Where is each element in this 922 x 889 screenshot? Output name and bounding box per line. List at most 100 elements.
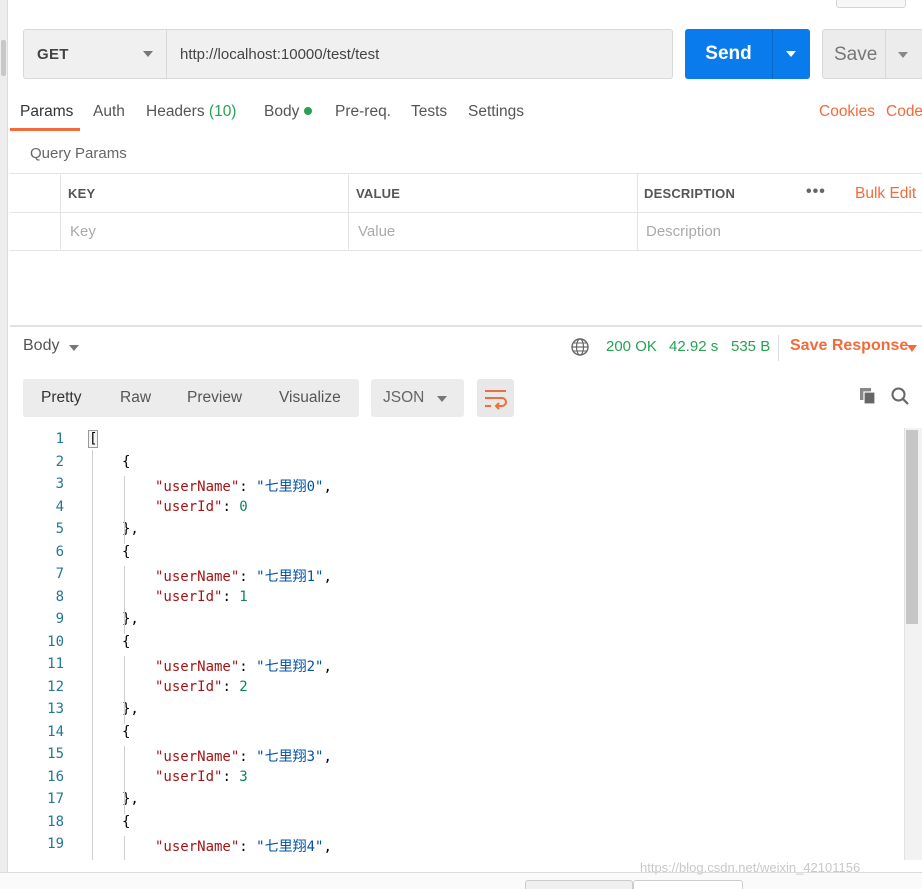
query-params-title: Query Params — [30, 145, 127, 162]
line-number: 12 — [47, 678, 64, 695]
indent-guide — [124, 476, 125, 544]
line-number: 17 — [47, 791, 64, 807]
separator — [778, 335, 779, 361]
indent-guide — [124, 566, 125, 634]
bulk-edit-link[interactable]: Bulk Edit — [855, 185, 916, 203]
save-response-chevron-icon[interactable] — [907, 345, 917, 352]
response-scrollbar[interactable] — [904, 428, 922, 860]
json-key: "userName" — [155, 479, 240, 495]
body-indicator-dot — [304, 107, 313, 115]
save-options-chevron-icon[interactable] — [898, 52, 908, 58]
response-size[interactable]: 535 B — [731, 338, 770, 355]
line-number: 3 — [55, 476, 64, 492]
code-line: "userId": 1 — [155, 588, 248, 605]
code-line: { — [122, 813, 131, 830]
response-scroll-thumb[interactable] — [906, 430, 918, 624]
send-button[interactable]: Send — [685, 29, 810, 79]
indent-guide — [92, 450, 93, 860]
code-line: "userName": "七里翔3", — [155, 749, 332, 765]
tab-prereq[interactable]: Pre-req. — [335, 103, 391, 121]
request-url-bar: GET Send Save — [23, 29, 922, 79]
response-time[interactable]: 42.92 s — [669, 338, 718, 355]
description-input[interactable]: Description — [646, 223, 721, 240]
json-value: "七里翔2" — [256, 659, 324, 675]
left-scroll-thumb[interactable] — [1, 40, 6, 76]
line-number: 19 — [47, 836, 64, 852]
code-link[interactable]: Code — [886, 103, 922, 121]
json-key: "userName" — [155, 569, 240, 585]
json-value: 1 — [239, 588, 248, 605]
format-tab-raw[interactable]: Raw — [120, 389, 151, 407]
line-number: 18 — [47, 813, 64, 830]
code-line: "userId": 2 — [155, 678, 248, 695]
code-line: "userName": "七里翔1", — [155, 569, 332, 585]
value-input[interactable]: Value — [358, 223, 395, 240]
indent-guide — [124, 836, 125, 860]
method-select[interactable]: GET — [23, 29, 167, 79]
request-tabs: Params Auth Headers (10) Body Pre-req. T… — [10, 99, 922, 131]
watermark: https://blog.csdn.net/weixin_42101156 — [640, 860, 861, 875]
globe-icon[interactable] — [570, 337, 590, 357]
json-value: 0 — [239, 498, 248, 515]
query-params-table: KEY VALUE DESCRIPTION ••• Bulk Edit Key … — [10, 173, 922, 251]
column-header-value: VALUE — [356, 186, 401, 201]
copy-icon[interactable] — [858, 386, 878, 406]
wrap-lines-button[interactable] — [477, 379, 514, 417]
key-input[interactable]: Key — [70, 223, 96, 240]
url-input[interactable] — [166, 29, 673, 79]
tab-auth[interactable]: Auth — [93, 103, 125, 121]
tab-settings[interactable]: Settings — [468, 103, 524, 121]
tab-headers[interactable]: Headers (10) — [146, 103, 236, 121]
language-select[interactable]: JSON — [371, 379, 464, 417]
save-button[interactable]: Save — [822, 29, 922, 79]
search-icon[interactable] — [890, 386, 910, 406]
json-key: "userName" — [155, 659, 240, 675]
code-line: { — [122, 543, 131, 560]
left-pane-edge — [0, 0, 8, 889]
status-bar-tab[interactable] — [525, 880, 633, 889]
send-options-chevron-icon[interactable] — [786, 51, 796, 57]
top-tab-fragment — [836, 0, 906, 8]
chevron-down-icon[interactable] — [69, 345, 79, 351]
json-key: "userId" — [155, 588, 223, 605]
cookies-link[interactable]: Cookies — [819, 103, 875, 121]
line-number: 5 — [55, 521, 64, 537]
tab-params[interactable]: Params — [20, 103, 73, 121]
json-key: "userId" — [155, 678, 223, 695]
chevron-down-icon — [437, 396, 447, 402]
line-number: 11 — [47, 656, 64, 672]
code-line: "userName": "七里翔4", — [155, 839, 332, 855]
line-number: 8 — [55, 588, 64, 605]
tab-body[interactable]: Body — [264, 103, 313, 121]
code-line: { — [122, 453, 131, 470]
json-value: "七里翔4" — [256, 839, 324, 855]
json-key: "userName" — [155, 749, 240, 765]
pane-resize-handle[interactable] — [10, 325, 922, 327]
save-divider — [885, 30, 886, 78]
status-bar-tab[interactable] — [633, 880, 743, 889]
indent-guide — [124, 656, 125, 724]
line-number: 16 — [47, 768, 64, 785]
column-divider — [348, 174, 349, 250]
column-divider — [637, 174, 638, 250]
format-tab-visualize[interactable]: Visualize — [279, 389, 341, 407]
format-tab-pretty[interactable]: Pretty — [41, 389, 81, 407]
more-options-icon[interactable]: ••• — [806, 183, 826, 201]
tab-headers-label: Headers — [146, 103, 205, 120]
save-label: Save — [834, 44, 878, 65]
method-label: GET — [37, 46, 69, 63]
line-number: 13 — [47, 701, 64, 717]
response-body-label[interactable]: Body — [23, 337, 59, 355]
code-line: { — [122, 633, 131, 650]
table-header-divider — [10, 212, 922, 213]
column-header-key: KEY — [68, 186, 96, 201]
status-code[interactable]: 200 OK — [606, 338, 657, 355]
line-number: 9 — [55, 611, 64, 627]
json-value: 2 — [239, 678, 248, 695]
line-number: 15 — [47, 746, 64, 762]
format-tab-preview[interactable]: Preview — [187, 389, 242, 407]
line-number: 4 — [55, 498, 64, 515]
response-body-viewer[interactable]: 1[2{3 "userName": "七里翔0", 4 "userId": 0 5}, 6… — [10, 428, 904, 860]
save-response-button[interactable]: Save Response — [790, 337, 908, 355]
tab-tests[interactable]: Tests — [411, 103, 447, 121]
